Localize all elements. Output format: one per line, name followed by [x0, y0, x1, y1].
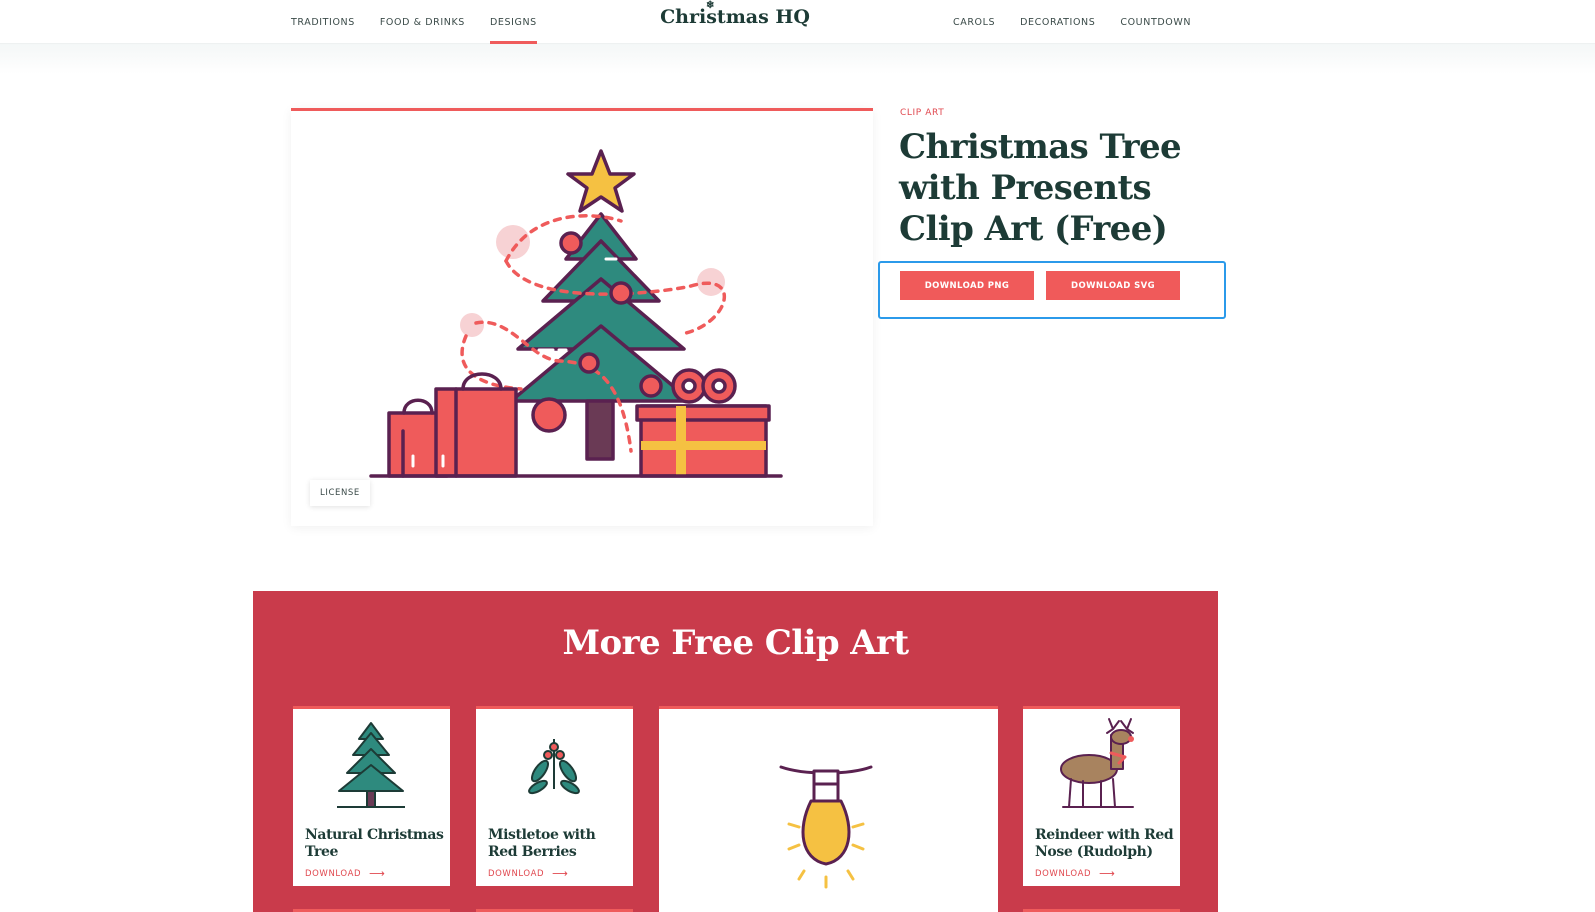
card-download-label: DOWNLOAD	[488, 868, 545, 879]
snowflake-icon: ❄	[706, 0, 715, 11]
download-png-button[interactable]: DOWNLOAD PNG	[900, 271, 1034, 300]
nav-decorations[interactable]: DECORATIONS	[1020, 0, 1095, 44]
mistletoe-icon	[528, 739, 580, 795]
reindeer-icon	[1060, 718, 1134, 808]
clip-art-card[interactable]: Natural Christmas Tree DOWNLOAD ⟶	[293, 706, 450, 886]
primary-nav-right: CAROLS DECORATIONS COUNTDOWN	[953, 0, 1216, 44]
arrow-right-icon: ⟶	[552, 867, 569, 880]
license-button[interactable]: LICENSE	[310, 480, 370, 506]
arrow-right-icon: ⟶	[369, 867, 386, 880]
more-clip-art-section: More Free Clip Art Natural Christmas Tre…	[253, 591, 1218, 912]
clip-art-preview: LICENSE	[291, 108, 873, 526]
header-shadow	[0, 44, 1595, 74]
nav-countdown[interactable]: COUNTDOWN	[1120, 0, 1191, 44]
christmas-light-bulb-icon	[779, 765, 873, 889]
christmas-tree-icon	[337, 722, 405, 808]
card-title[interactable]: Mistletoe with Red Berries	[488, 827, 628, 861]
category-label[interactable]: CLIP ART	[900, 108, 944, 118]
clip-art-card[interactable]: Mistletoe with Red Berries DOWNLOAD ⟶	[476, 706, 633, 886]
section-title: More Free Clip Art	[562, 623, 910, 663]
card-download-label: DOWNLOAD	[1035, 868, 1092, 879]
download-buttons-group: DOWNLOAD PNG DOWNLOAD SVG	[878, 261, 1226, 319]
clip-art-card[interactable]	[659, 706, 998, 912]
card-download-link[interactable]: DOWNLOAD ⟶	[1035, 867, 1116, 880]
card-download-link[interactable]: DOWNLOAD ⟶	[488, 867, 569, 880]
site-logo[interactable]: ❄ Christmas HQ	[0, 0, 1470, 28]
card-title[interactable]: Reindeer with Red Nose (Rudolph)	[1035, 827, 1175, 861]
arrow-right-icon: ⟶	[1099, 867, 1116, 880]
page-title: Christmas Tree with Presents Clip Art (F…	[899, 127, 1182, 249]
site-header: TRADITIONS FOOD & DRINKS DESIGNS ❄ Chris…	[0, 0, 1595, 44]
clip-art-card[interactable]: Reindeer with Red Nose (Rudolph) DOWNLOA…	[1023, 706, 1180, 886]
download-svg-button[interactable]: DOWNLOAD SVG	[1046, 271, 1180, 300]
nav-carols[interactable]: CAROLS	[953, 0, 995, 44]
tree-with-presents-illustration	[369, 149, 783, 478]
card-download-link[interactable]: DOWNLOAD ⟶	[305, 867, 386, 880]
logo-text: Christmas HQ	[660, 6, 810, 28]
card-title[interactable]: Natural Christmas Tree	[305, 827, 445, 861]
card-download-label: DOWNLOAD	[305, 868, 362, 879]
